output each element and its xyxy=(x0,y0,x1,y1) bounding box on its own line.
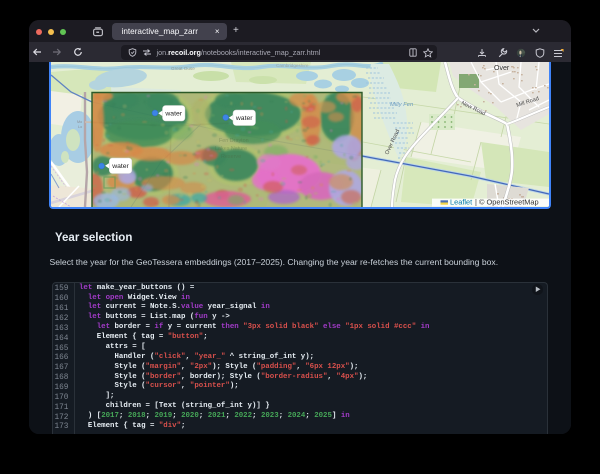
svg-text:Reserve: Reserve xyxy=(221,154,241,160)
svg-text:Great Ouse: Great Ouse xyxy=(171,66,195,71)
svg-text:Lo: Lo xyxy=(78,125,82,129)
svg-text:water: water xyxy=(164,111,182,118)
svg-text:Mo: Mo xyxy=(77,120,82,124)
svg-text:Lakes Nature: Lakes Nature xyxy=(215,146,247,152)
svg-text:Over: Over xyxy=(494,65,510,72)
svg-text:Leaflet: Leaflet xyxy=(450,198,472,207)
svg-text:| © OpenStreetMap: | © OpenStreetMap xyxy=(475,198,539,207)
svg-text:Milly Fen: Milly Fen xyxy=(390,102,413,108)
svg-text:water: water xyxy=(111,163,129,170)
svg-text:Cambridgeshire: Cambridgeshire xyxy=(276,63,309,68)
svg-text:Fen Drayton: Fen Drayton xyxy=(219,138,249,144)
svg-text:water: water xyxy=(235,115,253,122)
